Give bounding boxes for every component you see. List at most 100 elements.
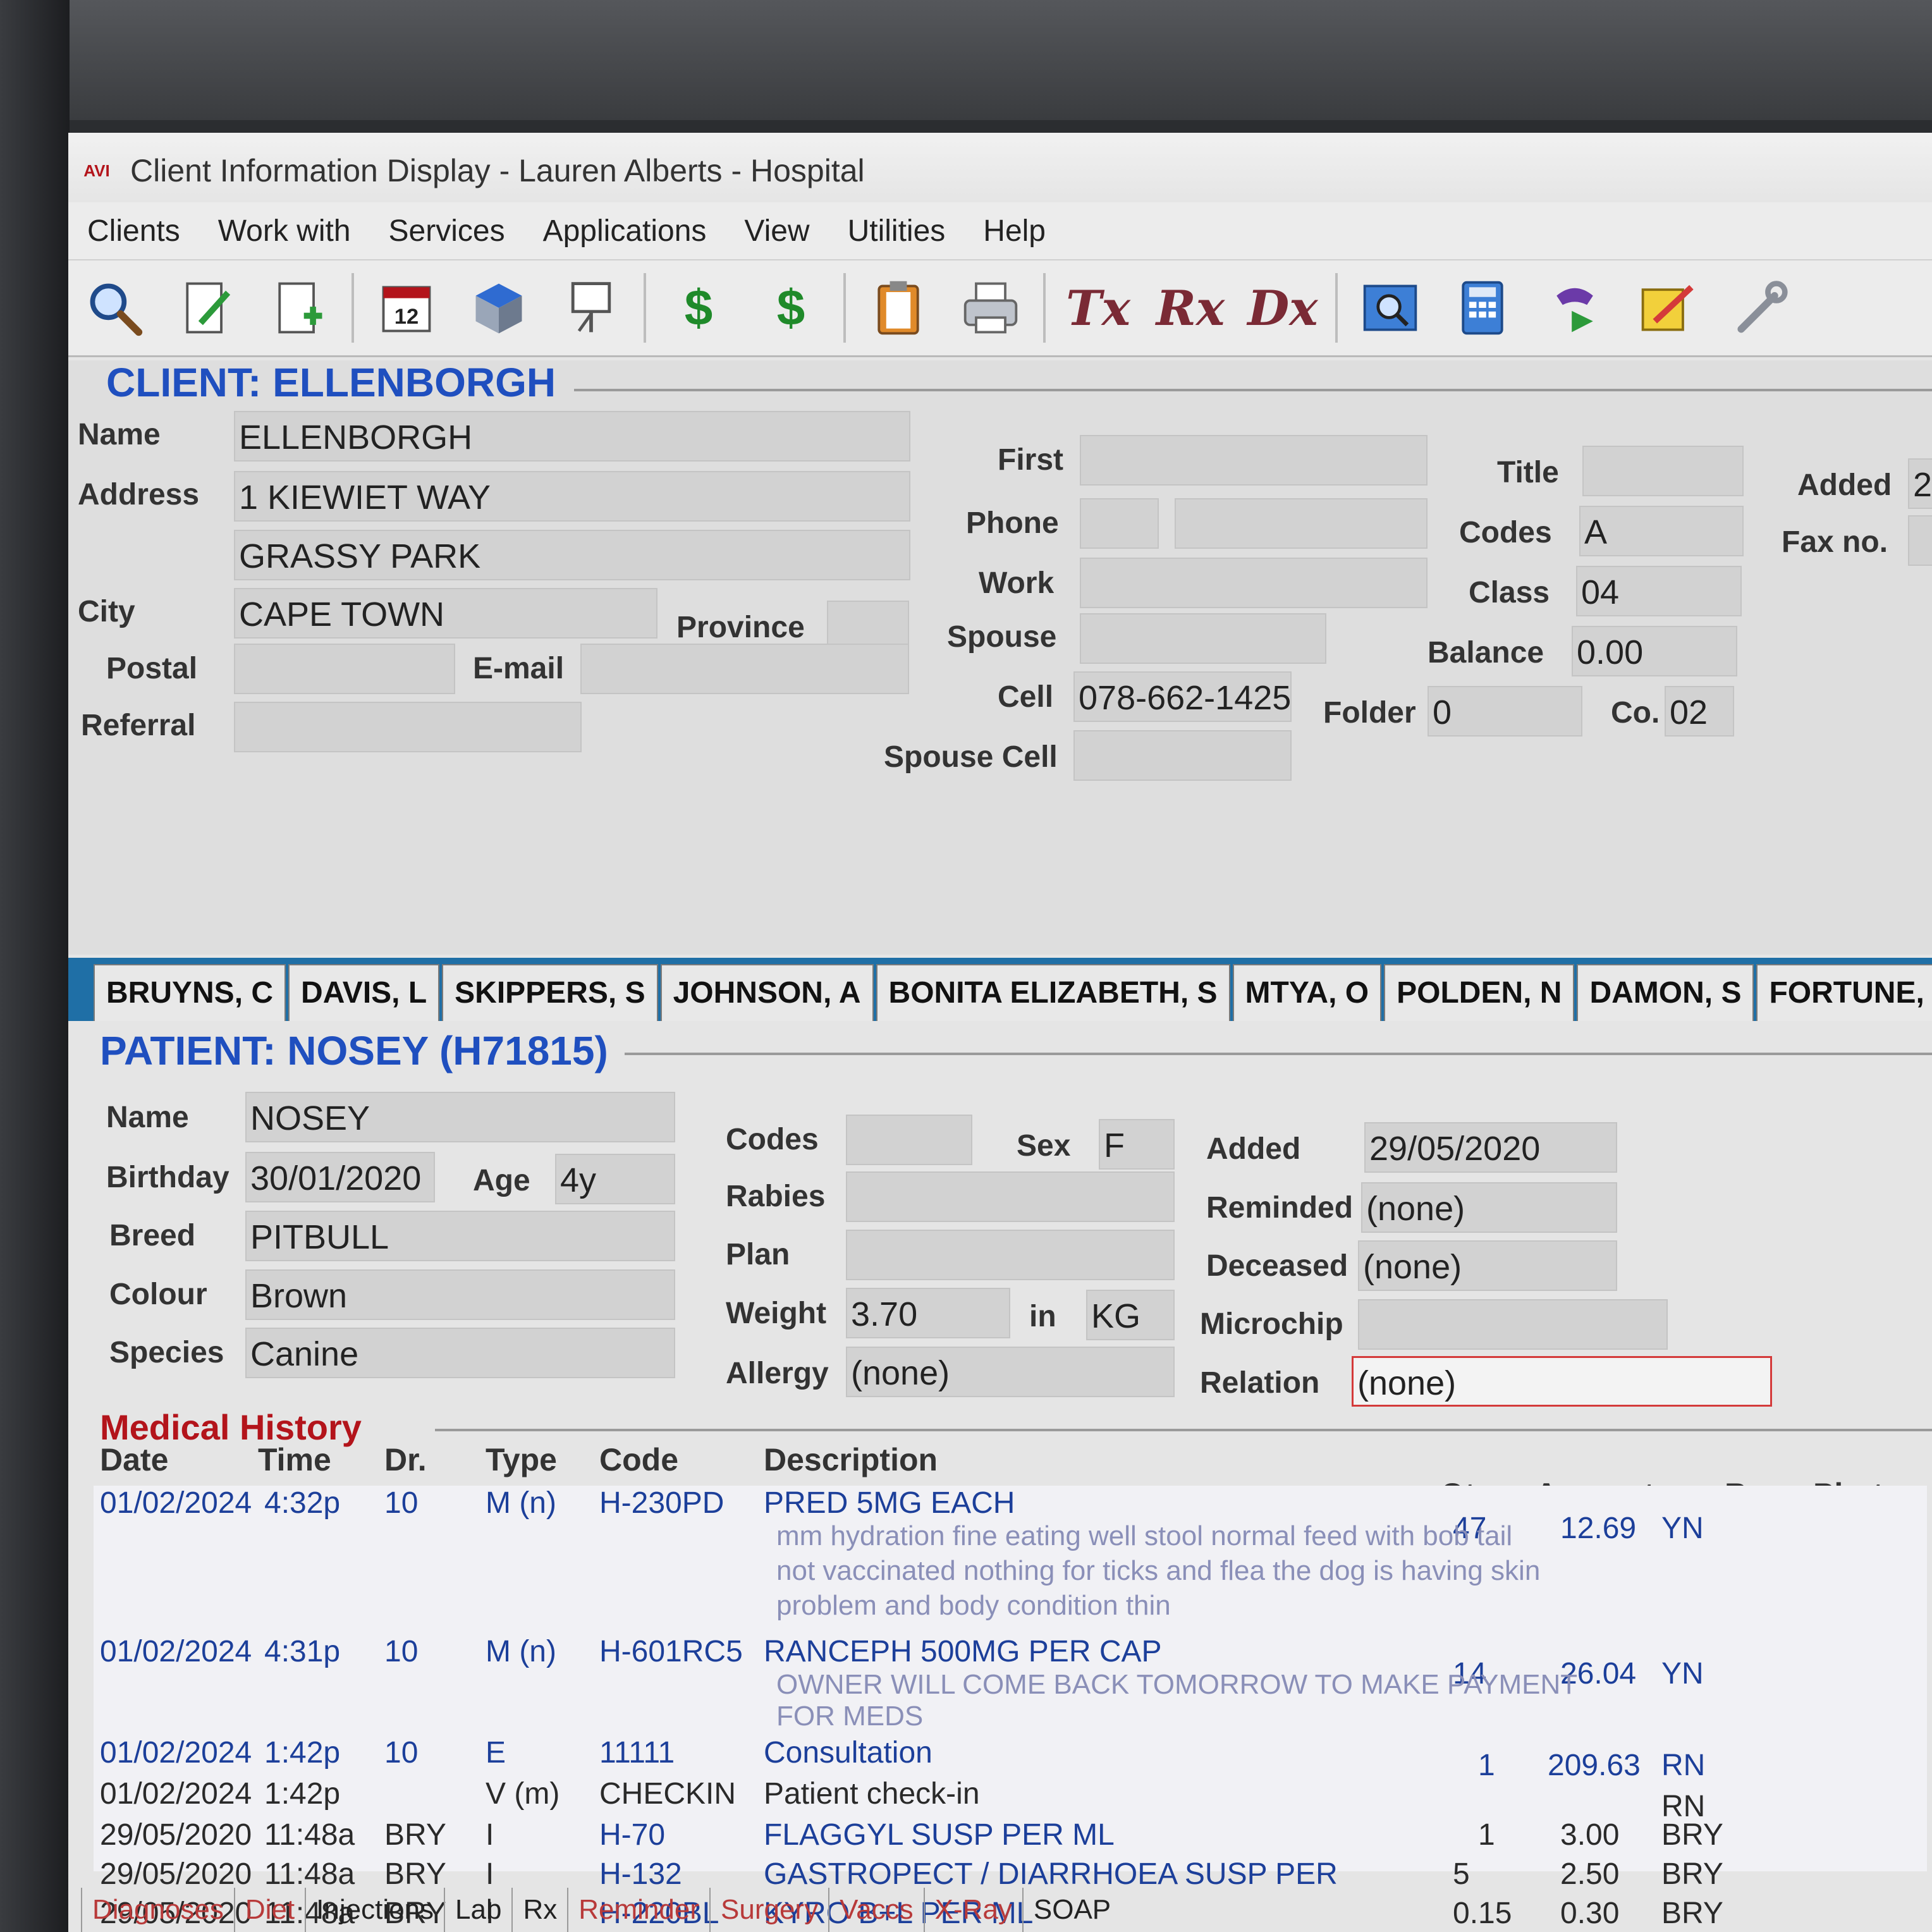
age-field[interactable]: 4y bbox=[555, 1154, 675, 1204]
address-line1-field[interactable]: 1 KIEWIET WAY bbox=[234, 471, 910, 522]
class-field[interactable]: 04 bbox=[1576, 566, 1742, 616]
tab-xray[interactable]: X-Ray bbox=[923, 1888, 1022, 1932]
tab-diet[interactable]: Diet bbox=[233, 1888, 305, 1932]
fax-field[interactable] bbox=[1908, 515, 1932, 566]
city-label: City bbox=[78, 595, 135, 628]
colour-field[interactable]: Brown bbox=[245, 1269, 675, 1320]
work-field[interactable] bbox=[1080, 558, 1428, 608]
tab-rx[interactable]: Rx bbox=[511, 1888, 567, 1932]
referral-field[interactable] bbox=[234, 702, 582, 752]
plan-field[interactable] bbox=[846, 1230, 1175, 1280]
tab-surgery[interactable]: Surgery bbox=[709, 1888, 828, 1932]
address-line2-field[interactable]: GRASSY PARK bbox=[234, 530, 910, 580]
relation-field[interactable]: (none) bbox=[1352, 1356, 1772, 1407]
menu-services[interactable]: Services bbox=[389, 214, 505, 248]
breed-field[interactable]: PITBULL bbox=[245, 1211, 675, 1261]
menu-work-with[interactable]: Work with bbox=[218, 214, 351, 248]
balance-field[interactable]: 0.00 bbox=[1572, 626, 1737, 676]
allergy-field[interactable]: (none) bbox=[846, 1347, 1175, 1397]
folder-field[interactable]: 0 bbox=[1428, 686, 1582, 737]
client-tab[interactable]: BONITA ELIZABETH, S bbox=[876, 964, 1230, 1021]
rabies-field[interactable] bbox=[846, 1171, 1175, 1222]
tab-diagnoses[interactable]: Diagnoses bbox=[81, 1888, 234, 1932]
col-code[interactable]: Code bbox=[599, 1441, 678, 1478]
cell-description: Consultation bbox=[764, 1736, 932, 1770]
sex-field[interactable]: F bbox=[1099, 1119, 1175, 1170]
deceased-field[interactable]: (none) bbox=[1358, 1240, 1617, 1291]
client-tab[interactable]: BRUYNS, C bbox=[94, 964, 286, 1021]
spouse-cell-field[interactable] bbox=[1073, 730, 1292, 781]
postal-field[interactable] bbox=[234, 644, 455, 694]
tab-injections[interactable]: Injections bbox=[305, 1888, 444, 1932]
calendar-icon[interactable]: 12 bbox=[372, 273, 441, 343]
calculator-icon[interactable] bbox=[1448, 273, 1517, 343]
new-document-icon[interactable] bbox=[264, 273, 334, 343]
cell-qty: 1 bbox=[1478, 1818, 1495, 1852]
species-field[interactable]: Canine bbox=[245, 1328, 675, 1378]
client-tab[interactable]: POLDEN, N bbox=[1384, 964, 1575, 1021]
spouse-field[interactable] bbox=[1080, 613, 1326, 664]
table-row[interactable]: 01/02/2024 1:42p 10 E 11111 Consultation… bbox=[94, 1735, 1927, 1782]
cell-field[interactable]: 078-662-1425 bbox=[1073, 671, 1292, 722]
table-row[interactable]: 01/02/2024 4:32p 10 M (n) H-230PD PRED 5… bbox=[94, 1486, 1927, 1545]
weight-unit-field[interactable]: KG bbox=[1086, 1290, 1175, 1340]
prescription-icon[interactable]: Rx bbox=[1156, 273, 1225, 343]
whiteboard-icon[interactable] bbox=[556, 273, 626, 343]
patient-name-field[interactable]: NOSEY bbox=[245, 1092, 675, 1142]
col-time[interactable]: Time bbox=[258, 1441, 331, 1478]
cell-by: BRY bbox=[1661, 1818, 1723, 1852]
tab-reminder[interactable]: Reminder bbox=[567, 1888, 709, 1932]
weight-field[interactable]: 3.70 bbox=[846, 1288, 1010, 1338]
box-icon[interactable] bbox=[464, 273, 534, 343]
phone-area-field[interactable] bbox=[1080, 498, 1159, 549]
diagnosis-icon[interactable]: Dx bbox=[1247, 273, 1318, 343]
notepad-icon[interactable] bbox=[1632, 273, 1702, 343]
patient-codes-field[interactable] bbox=[846, 1115, 972, 1165]
tab-vaccs[interactable]: Vaccs bbox=[828, 1888, 924, 1932]
client-name-field[interactable]: ELLENBORGH bbox=[234, 411, 910, 462]
client-tab[interactable]: MTYA, O bbox=[1232, 964, 1382, 1021]
menu-view[interactable]: View bbox=[744, 214, 809, 248]
preview-icon[interactable] bbox=[1355, 273, 1425, 343]
col-type[interactable]: Type bbox=[486, 1441, 557, 1478]
table-row[interactable]: 01/02/2024 1:42p V (m) CHECKIN Patient c… bbox=[94, 1776, 1927, 1823]
reminded-field[interactable]: (none) bbox=[1361, 1182, 1617, 1233]
client-tab[interactable]: DAVIS, L bbox=[288, 964, 440, 1021]
client-tab[interactable]: SKIPPERS, S bbox=[442, 964, 658, 1021]
patient-added-field[interactable]: 29/05/2020 bbox=[1364, 1122, 1617, 1173]
payment-icon[interactable]: $ bbox=[664, 273, 733, 343]
title-field[interactable] bbox=[1582, 446, 1744, 496]
col-date[interactable]: Date bbox=[100, 1441, 168, 1478]
client-tab[interactable]: FORTUNE, P bbox=[1756, 964, 1932, 1021]
birthday-field[interactable]: 30/01/2020 bbox=[245, 1152, 435, 1202]
add-payment-icon[interactable]: $ bbox=[756, 273, 826, 343]
table-row[interactable]: 01/02/2024 4:31p 10 M (n) H-601RC5 RANCE… bbox=[94, 1634, 1927, 1690]
first-field[interactable] bbox=[1080, 435, 1428, 486]
treatment-icon[interactable]: Tx bbox=[1063, 273, 1133, 343]
phone-field[interactable] bbox=[1175, 498, 1428, 549]
menu-help[interactable]: Help bbox=[983, 214, 1046, 248]
col-dr[interactable]: Dr. bbox=[384, 1441, 427, 1478]
co-field[interactable]: 02 bbox=[1665, 686, 1734, 737]
client-added-field[interactable]: 2 bbox=[1908, 458, 1932, 509]
codes-field[interactable]: A bbox=[1579, 506, 1744, 556]
tab-soap[interactable]: SOAP bbox=[1022, 1888, 1121, 1932]
edit-notes-icon[interactable] bbox=[172, 273, 242, 343]
email-field[interactable] bbox=[580, 644, 909, 694]
printer-icon[interactable] bbox=[956, 273, 1025, 343]
city-field[interactable]: CAPE TOWN bbox=[234, 588, 657, 639]
wrench-icon[interactable] bbox=[1725, 273, 1794, 343]
menu-utilities[interactable]: Utilities bbox=[848, 214, 946, 248]
age-label: Age bbox=[473, 1164, 530, 1197]
search-icon[interactable] bbox=[80, 273, 149, 343]
client-tab[interactable]: DAMON, S bbox=[1577, 964, 1754, 1021]
menu-applications[interactable]: Applications bbox=[543, 214, 707, 248]
col-description[interactable]: Description bbox=[764, 1441, 938, 1478]
table-row[interactable]: 29/05/2020 11:48a BRY I H-70 FLAGGYL SUS… bbox=[94, 1818, 1927, 1852]
clipboard-icon[interactable] bbox=[864, 273, 933, 343]
menu-clients[interactable]: Clients bbox=[87, 214, 180, 248]
phone-icon[interactable] bbox=[1540, 273, 1610, 343]
tab-lab[interactable]: Lab bbox=[444, 1888, 511, 1932]
client-tab[interactable]: JOHNSON, A bbox=[660, 964, 874, 1021]
microchip-field[interactable] bbox=[1358, 1299, 1668, 1350]
